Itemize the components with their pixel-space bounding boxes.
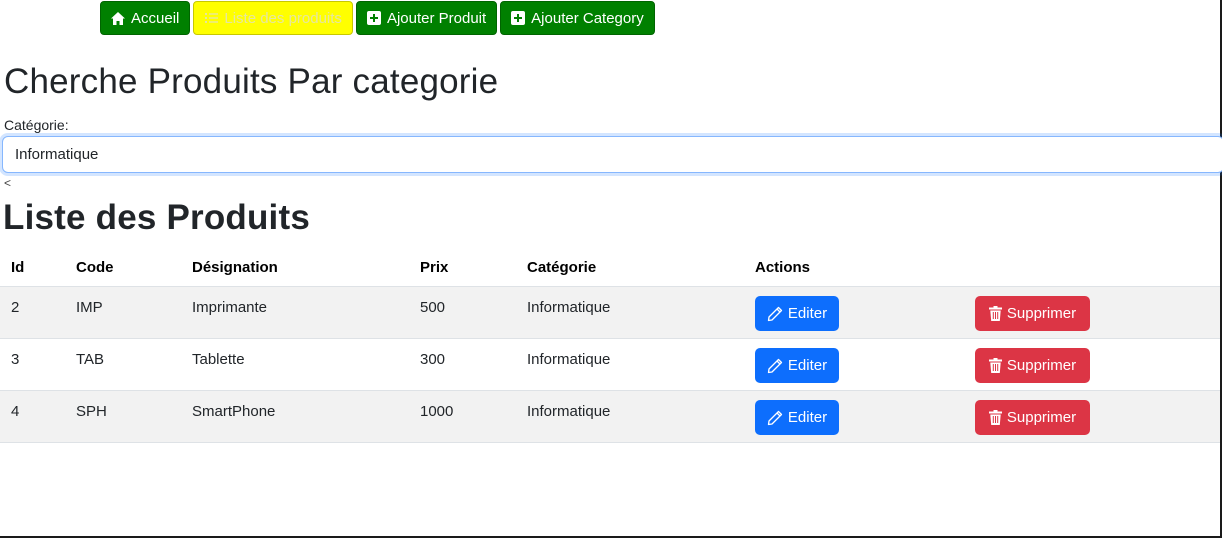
column-header-categorie: Catégorie [527, 259, 597, 276]
trash-icon [988, 306, 1002, 321]
edit-button-label: Editer [787, 409, 828, 426]
cell-prix: 300 [420, 351, 446, 368]
plus-square-icon [511, 11, 526, 25]
edit-button[interactable]: Editer [755, 296, 839, 331]
delete-button[interactable]: Supprimer [975, 400, 1090, 435]
column-header-id: Id [11, 259, 25, 276]
cell-designation: Tablette [192, 351, 245, 368]
cell-code: TAB [76, 351, 105, 368]
cell-categorie: Informatique [527, 403, 611, 420]
nav-liste-produits-label: Liste des produits [224, 9, 342, 27]
edit-button-label: Editer [787, 357, 828, 374]
nav-ajouter-produit-label: Ajouter Produit [386, 9, 487, 27]
trash-icon [988, 410, 1002, 425]
cell-categorie: Informatique [527, 299, 611, 316]
delete-button[interactable]: Supprimer [975, 348, 1090, 383]
column-header-designation: Désignation [192, 259, 278, 276]
delete-button-label: Supprimer [1006, 305, 1077, 322]
delete-button[interactable]: Supprimer [975, 296, 1090, 331]
table-row: 3 TAB Tablette 300 Informatique Editer S… [0, 339, 1220, 391]
column-header-prix: Prix [420, 259, 449, 276]
cell-prix: 500 [420, 299, 446, 316]
cell-code: IMP [76, 299, 103, 316]
list-icon [204, 11, 218, 25]
delete-button-label: Supprimer [1006, 357, 1077, 374]
column-header-code: Code [76, 259, 114, 276]
cell-designation: SmartPhone [192, 403, 276, 420]
plus-square-icon [366, 11, 381, 25]
cell-prix: 1000 [420, 403, 454, 420]
edit-button-label: Editer [787, 305, 828, 322]
nav-accueil-label: Accueil [131, 9, 180, 27]
cell-categorie: Informatique [527, 351, 611, 368]
search-title: Cherche Produits Par categorie [4, 62, 499, 101]
delete-button-label: Supprimer [1006, 409, 1077, 426]
column-header-actions: Actions [755, 259, 811, 276]
category-select-value: Informatique [15, 146, 99, 163]
cell-designation: Imprimante [192, 299, 268, 316]
pencil-icon [767, 306, 783, 322]
nav-ajouter-category-button[interactable]: Ajouter Category [500, 1, 655, 35]
pencil-icon [767, 410, 783, 426]
cell-id: 4 [11, 403, 20, 420]
home-icon [111, 11, 125, 25]
pencil-icon [767, 358, 783, 374]
table-row: 2 IMP Imprimante 500 Informatique Editer… [0, 287, 1220, 339]
category-label: Catégorie: [4, 117, 69, 133]
nav-accueil-button[interactable]: Accueil [100, 1, 191, 35]
edit-button[interactable]: Editer [755, 348, 839, 383]
cell-id: 3 [11, 351, 20, 368]
category-select[interactable]: Informatique [2, 136, 1222, 173]
cell-code: SPH [76, 403, 107, 420]
edit-button[interactable]: Editer [755, 400, 839, 435]
table-header: Id Code Désignation Prix Catégorie Actio… [0, 245, 1220, 287]
products-title: Liste des Produits [3, 198, 310, 237]
nav-liste-produits-button[interactable]: Liste des produits [193, 1, 353, 35]
table-row: 4 SPH SmartPhone 1000 Informatique Edite… [0, 391, 1220, 443]
nav-ajouter-category-label: Ajouter Category [531, 9, 644, 27]
products-table: Id Code Désignation Prix Catégorie Actio… [0, 245, 1220, 443]
top-nav: Accueil Liste des produits Ajouter Produ… [100, 1, 655, 35]
trash-icon [988, 358, 1002, 373]
cell-id: 2 [11, 299, 20, 316]
stray-text: < [4, 176, 12, 190]
nav-ajouter-produit-button[interactable]: Ajouter Produit [355, 1, 498, 35]
